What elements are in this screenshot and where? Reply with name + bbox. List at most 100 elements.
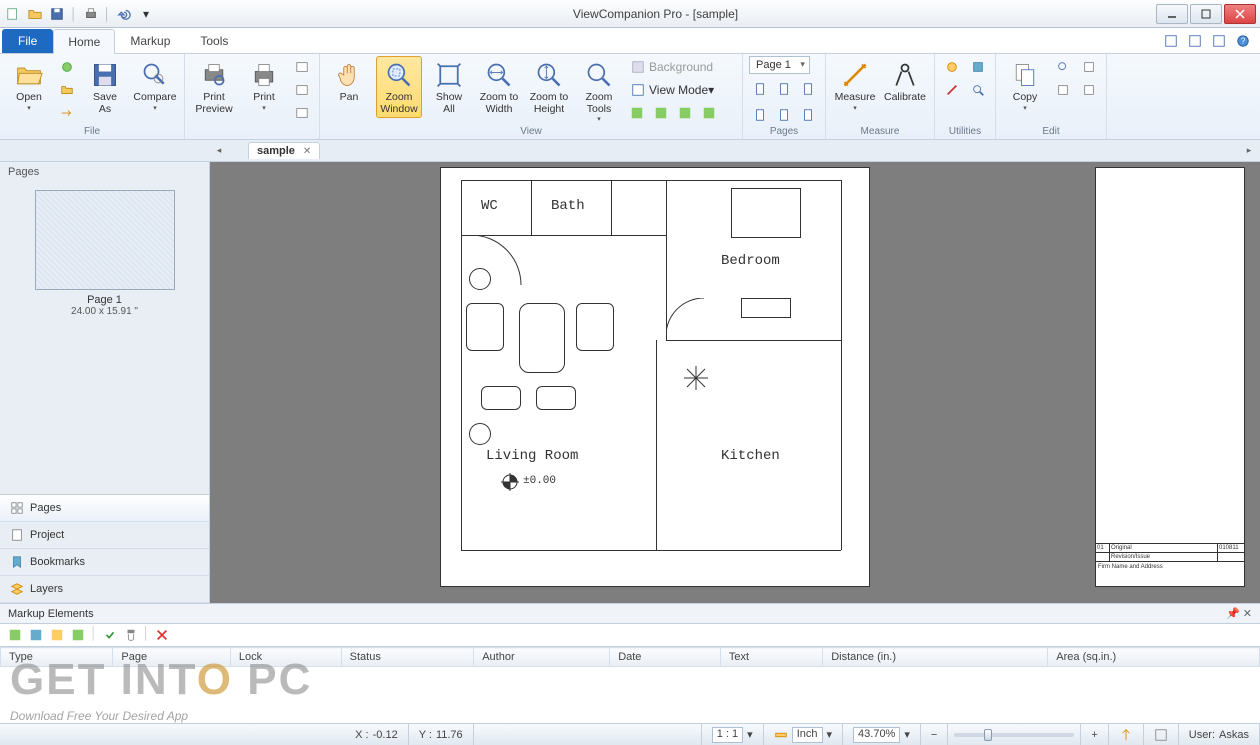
doctab-sample[interactable]: sample ✕ [248,142,320,159]
page-nav6-icon[interactable] [797,104,819,126]
doctab-next-icon[interactable]: ▸ [1242,142,1256,160]
print-small3-icon[interactable] [291,102,313,124]
markup-tb4-icon[interactable] [69,626,87,644]
zoom-out-button[interactable]: − [921,724,948,745]
qat-save-icon[interactable] [48,5,66,23]
util3-icon[interactable] [967,56,989,78]
markup-tb2-icon[interactable] [27,626,45,644]
minimize-button[interactable] [1156,4,1188,24]
col-lock[interactable]: Lock [230,648,341,667]
measure-button[interactable]: Measure▾ [832,56,878,115]
zoom-window-button[interactable]: Zoom Window [376,56,422,118]
markup-tb6-icon[interactable] [122,626,140,644]
zoom-tools-button[interactable]: Zoom Tools▾ [576,56,622,126]
page-thumbnail[interactable] [35,190,175,290]
ribbon-help3-icon[interactable] [1210,32,1228,50]
file-tab[interactable]: File [2,29,53,53]
util1-icon[interactable] [941,56,963,78]
ribbon: Open▾ Save As Compare▾ File Print Previe… [0,54,1260,140]
status-toggle2[interactable] [1144,724,1179,745]
sidenav-layers[interactable]: Layers [0,576,209,603]
doctab-prev-icon[interactable]: ◂ [212,142,226,160]
folder-small-icon[interactable] [56,79,78,101]
view-mode-button[interactable]: View Mode ▾ [626,79,736,101]
open-button[interactable]: Open▾ [6,56,52,115]
status-zoom-value[interactable]: 43.70% ▾ [843,724,921,745]
view-opt2-icon[interactable] [650,102,672,124]
edit2-icon[interactable] [1052,79,1074,101]
sidenav-bookmarks[interactable]: Bookmarks [0,549,209,576]
col-text[interactable]: Text [720,648,822,667]
status-ratio[interactable]: 1 : 1 ▾ [702,724,764,745]
util2-icon[interactable] [941,79,963,101]
markup-grid[interactable]: Type Page Lock Status Author Date Text D… [0,647,1260,723]
print-button[interactable]: Print▾ [241,56,287,115]
ribbon-help1-icon[interactable] [1162,32,1180,50]
qat-new-icon[interactable] [4,5,22,23]
qat-print-icon[interactable] [82,5,100,23]
page-selector[interactable]: Page 1 [749,56,810,74]
canvas[interactable]: ±0.00 WC Bath Bedroom Living Room Kitche… [210,162,1260,603]
status-user: User: Askas [1179,724,1260,745]
page-nav4-icon[interactable] [749,104,771,126]
view-opt4-icon[interactable] [698,102,720,124]
background-button: Background [626,56,736,78]
ribbon-group-print: Print Preview Print▾ [185,54,320,139]
tab-home[interactable]: Home [53,29,115,54]
copy-button[interactable]: Copy▾ [1002,56,1048,115]
print-small2-icon[interactable] [291,79,313,101]
col-date[interactable]: Date [610,648,721,667]
edit3-icon[interactable] [1078,56,1100,78]
print-small1-icon[interactable] [291,56,313,78]
view-opt3-icon[interactable] [674,102,696,124]
qat-undo-icon[interactable] [115,5,133,23]
zoom-width-button[interactable]: Zoom to Width [476,56,522,118]
close-button[interactable] [1224,4,1256,24]
markup-tb1-icon[interactable] [6,626,24,644]
page-nav2-icon[interactable] [773,78,795,100]
qat-open-icon[interactable] [26,5,44,23]
arrow-small-icon[interactable] [56,102,78,124]
col-type[interactable]: Type [1,648,113,667]
markup-tb3-icon[interactable] [48,626,66,644]
zoom-in-button[interactable]: + [1081,724,1108,745]
markup-pin-icon[interactable]: 📌 [1226,608,1240,620]
calibrate-button[interactable]: Calibrate [882,56,928,107]
view-opt1-icon[interactable] [626,102,648,124]
col-author[interactable]: Author [474,648,610,667]
ribbon-help2-icon[interactable] [1186,32,1204,50]
ribbon-group-measure: Measure▾ Calibrate Measure [826,54,935,139]
pan-button[interactable]: Pan [326,56,372,107]
status-unit[interactable]: Inch ▾ [764,724,843,745]
compare-button[interactable]: Compare▾ [132,56,178,115]
zoom-height-button[interactable]: Zoom to Height [526,56,572,118]
tab-tools[interactable]: Tools [185,28,243,53]
save-as-button[interactable]: Save As [82,56,128,118]
print-preview-button[interactable]: Print Preview [191,56,237,118]
markup-tb5-icon[interactable] [101,626,119,644]
statusbar: X : -0.12 Y : 11.76 1 : 1 ▾ Inch ▾ 43.70… [0,723,1260,745]
sidenav-project[interactable]: Project [0,522,209,549]
maximize-button[interactable] [1190,4,1222,24]
markup-delete-icon[interactable] [153,626,171,644]
markup-close-icon[interactable]: ✕ [1243,608,1252,620]
col-area[interactable]: Area (sq.in.) [1048,648,1260,667]
ribbon-help-icon[interactable]: ? [1234,32,1252,50]
edit4-icon[interactable] [1078,79,1100,101]
page-nav5-icon[interactable] [773,104,795,126]
edit1-icon[interactable] [1052,56,1074,78]
zoom-slider[interactable] [948,724,1081,745]
doctab-close-icon[interactable]: ✕ [303,146,311,157]
tab-markup[interactable]: Markup [115,28,185,53]
qat-dropdown-icon[interactable]: ▾ [137,5,155,23]
recent-icon[interactable] [56,56,78,78]
status-toggle1[interactable] [1109,724,1144,745]
col-page[interactable]: Page [113,648,230,667]
show-all-button[interactable]: Show All [426,56,472,118]
page-nav1-icon[interactable] [749,78,771,100]
page-nav3-icon[interactable] [797,78,819,100]
col-distance[interactable]: Distance (in.) [823,648,1048,667]
col-status[interactable]: Status [341,648,474,667]
sidenav-pages[interactable]: Pages [0,495,209,522]
util4-icon[interactable] [967,79,989,101]
